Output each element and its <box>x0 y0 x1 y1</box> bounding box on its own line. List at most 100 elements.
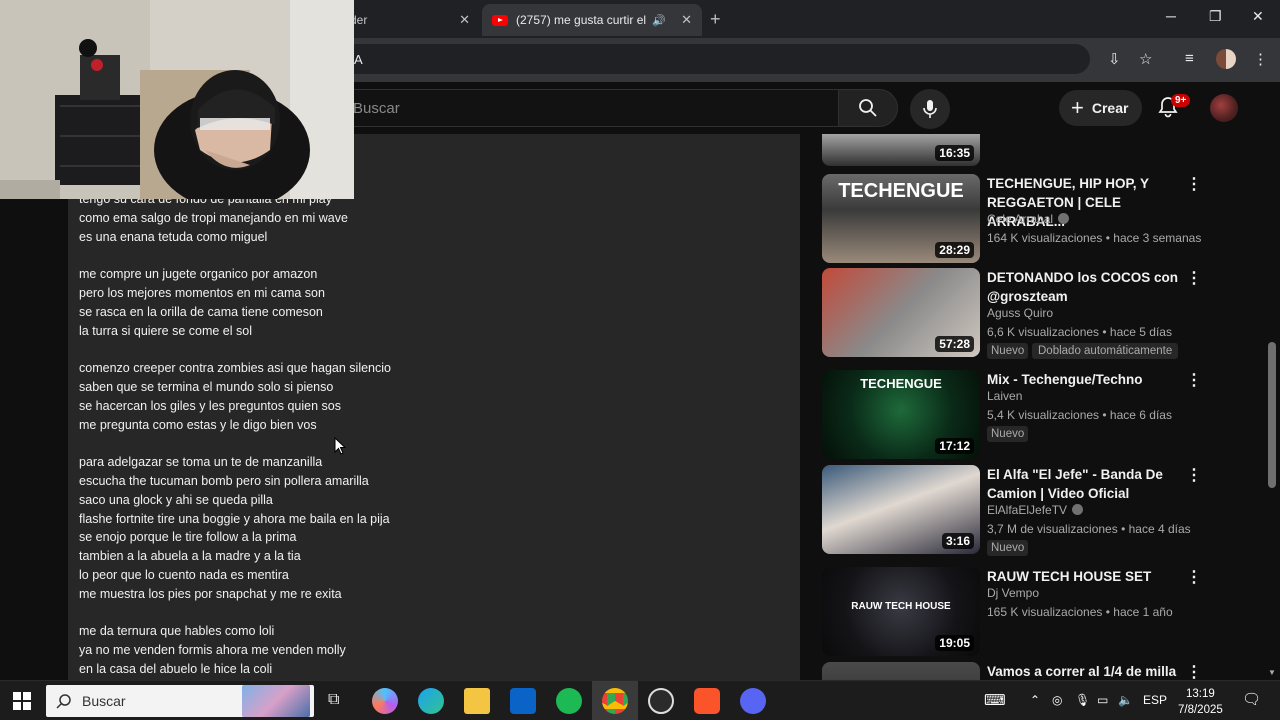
task-view-icon[interactable]: ⧉ <box>328 691 339 709</box>
related-video-item[interactable]: 16:35 <box>822 134 1202 169</box>
video-title[interactable]: DETONANDO los COCOS con @groszteam <box>987 268 1182 306</box>
create-label: Crear <box>1091 100 1129 116</box>
keyboard-icon[interactable]: ⌨ <box>984 691 1006 709</box>
notification-center-icon[interactable]: 🗨 <box>1242 690 1261 708</box>
browser-tab-inactive[interactable]: der ✕ <box>340 4 480 36</box>
media-controls-icon[interactable]: ≡ <box>1185 50 1194 67</box>
speaker-icon[interactable]: 🔊 <box>652 14 666 27</box>
video-badge: Nuevo <box>987 426 1029 442</box>
address-bar[interactable]: A <box>340 44 1090 74</box>
related-video-item[interactable]: Vamos a correr al 1/4 de milla ⋮ <box>822 662 1202 680</box>
channel-label: Cele Arrabal <box>987 212 1054 226</box>
taskbar-clock[interactable]: 13:19 7/8/2025 <box>1178 686 1223 718</box>
speedometer-app-icon[interactable] <box>648 688 674 714</box>
microphone-tray-icon[interactable]: 🎙 <box>1075 693 1090 707</box>
related-video-item[interactable]: TECHENGUE 28:29 TECHENGUE, HIP HOP, Y REGG… <box>822 174 1202 266</box>
search-input[interactable]: Buscar <box>340 89 838 127</box>
more-options-icon[interactable]: ⋮ <box>1186 174 1202 194</box>
video-meta: 3,7 M de visualizaciones • hace 4 días <box>987 522 1191 536</box>
chevron-up-icon[interactable]: ⌃ <box>1030 693 1040 707</box>
search-icon <box>859 99 877 117</box>
video-title[interactable]: El Alfa "El Jefe" - Banda De Camion | Vi… <box>987 465 1182 503</box>
video-title[interactable]: RAUW TECH HOUSE SET <box>987 567 1182 586</box>
windows-start-icon[interactable] <box>13 692 31 710</box>
video-thumbnail[interactable]: 16:35 <box>822 134 980 166</box>
video-meta: 5,4 K visualizaciones • hace 6 días <box>987 408 1172 422</box>
channel-name[interactable]: Aguss Quiro <box>987 306 1053 320</box>
lyric-line: escucha the tucuman bomb pero sin poller… <box>79 473 369 488</box>
install-app-icon[interactable]: ⇩ <box>1108 50 1121 68</box>
brave-icon[interactable] <box>694 688 720 714</box>
video-description-panel[interactable]: tengo su cara de fondo de pantalla en mi… <box>68 134 800 680</box>
video-thumbnail[interactable]: 57:28 <box>822 268 980 357</box>
chrome-icon[interactable] <box>602 688 628 714</box>
lyric-line: me pregunta como estas y le digo bien vo… <box>79 417 317 432</box>
video-badge: Nuevo <box>987 343 1029 359</box>
close-tab-icon[interactable]: ✕ <box>459 12 470 28</box>
video-thumbnail[interactable] <box>822 662 980 680</box>
more-options-icon[interactable]: ⋮ <box>1186 662 1202 680</box>
channel-label: Aguss Quiro <box>987 306 1054 320</box>
more-options-icon[interactable]: ⋮ <box>1186 567 1202 587</box>
channel-name[interactable]: ElAlfaElJefeTV <box>987 503 1084 517</box>
close-tab-icon[interactable]: ✕ <box>681 12 692 28</box>
browser-tab-active[interactable]: (2757) me gusta curtir el m 🔊 ✕ <box>482 4 702 36</box>
video-title[interactable]: Vamos a correr al 1/4 de milla <box>987 662 1182 680</box>
scrollbar-thumb[interactable] <box>1268 342 1276 488</box>
outlook-icon[interactable] <box>510 688 536 714</box>
lyric-line: se hacercan los giles y les preguntos qu… <box>79 398 341 413</box>
meet-now-icon[interactable]: ◎ <box>1052 693 1062 707</box>
language-indicator[interactable]: ESP <box>1143 693 1167 707</box>
volume-icon[interactable]: 🔈 <box>1118 693 1133 707</box>
scroll-down-arrow-icon[interactable]: ▼ <box>1268 668 1276 677</box>
minimize-icon[interactable]: ─ <box>1166 8 1176 24</box>
lyric-line: lo peor que lo cuento nada es mentira <box>79 567 289 582</box>
channel-name[interactable]: Laiven <box>987 389 1022 403</box>
clock-time: 13:19 <box>1185 688 1215 700</box>
more-options-icon[interactable]: ⋮ <box>1186 268 1202 288</box>
lyric-line: saco una glock y ahi se queda pilla <box>79 492 273 507</box>
lyric-gap <box>79 246 391 265</box>
spotify-icon[interactable] <box>556 688 582 714</box>
more-options-icon[interactable]: ⋮ <box>1186 465 1202 485</box>
video-thumbnail[interactable]: TECHENGUE 28:29 <box>822 174 980 263</box>
video-thumbnail[interactable]: 3:16 <box>822 465 980 554</box>
restore-icon[interactable]: ❐ <box>1209 8 1222 25</box>
lyric-line: me compre un jugete organico por amazon <box>79 267 318 282</box>
file-explorer-icon[interactable] <box>464 688 490 714</box>
taskbar-search-label: Buscar <box>82 693 126 709</box>
lyric-line: se enojo porque le tire follow a la prim… <box>79 530 297 545</box>
more-options-icon[interactable]: ⋮ <box>1186 370 1202 390</box>
video-title[interactable]: Mix - Techengue/Techno <box>987 370 1182 389</box>
copilot-icon[interactable] <box>372 688 398 714</box>
search-button[interactable] <box>838 89 898 127</box>
windows-taskbar: Buscar ⧉ ⌨ ⌃ ◎ 🎙 ▭ 🔈 ESP 13:19 7/8/2025 … <box>0 680 1280 720</box>
close-icon[interactable]: ✕ <box>1252 8 1264 25</box>
browser-menu-icon[interactable]: ⋮ <box>1253 50 1268 68</box>
related-video-item[interactable]: RAUW TECH HOUSE 19:05 RAUW TECH HOUSE SET ⋮… <box>822 567 1202 659</box>
video-meta: 6,6 K visualizaciones • hace 5 días <box>987 325 1172 339</box>
video-duration: 16:35 <box>935 145 974 161</box>
taskbar-search-box[interactable]: Buscar <box>46 685 314 717</box>
browser-profile-avatar[interactable] <box>1216 49 1236 69</box>
video-thumbnail[interactable]: TECHENGUE 17:12 <box>822 370 980 459</box>
lyric-line: me da ternura que hables como loli <box>79 624 275 639</box>
video-thumbnail[interactable]: RAUW TECH HOUSE 19:05 <box>822 567 980 656</box>
bookmark-star-icon[interactable]: ☆ <box>1139 50 1152 68</box>
new-tab-icon[interactable]: + <box>710 9 721 30</box>
account-avatar[interactable] <box>1210 94 1238 122</box>
channel-label: Laiven <box>987 389 1023 403</box>
thumbnail-text: TECHENGUE <box>838 180 964 202</box>
related-video-item[interactable]: TECHENGUE 17:12 Mix - Techengue/Techno ⋮ Lai… <box>822 370 1202 462</box>
create-button[interactable]: + Crear <box>1059 90 1142 126</box>
related-video-item[interactable]: 3:16 El Alfa "El Jefe" - Banda De Camion … <box>822 465 1202 557</box>
channel-name[interactable]: Dj Vempo <box>987 586 1039 600</box>
video-meta: 164 K visualizaciones • hace 3 semanas <box>987 231 1202 245</box>
channel-name[interactable]: Cele Arrabal <box>987 212 1070 226</box>
video-duration: 3:16 <box>941 533 974 549</box>
edge-icon[interactable] <box>418 688 444 714</box>
discord-icon[interactable] <box>740 688 766 714</box>
related-video-item[interactable]: 57:28 DETONANDO los COCOS con @groszteam ⋮… <box>822 268 1202 360</box>
voice-search-button[interactable] <box>910 89 950 129</box>
network-icon[interactable]: ▭ <box>1097 693 1108 707</box>
